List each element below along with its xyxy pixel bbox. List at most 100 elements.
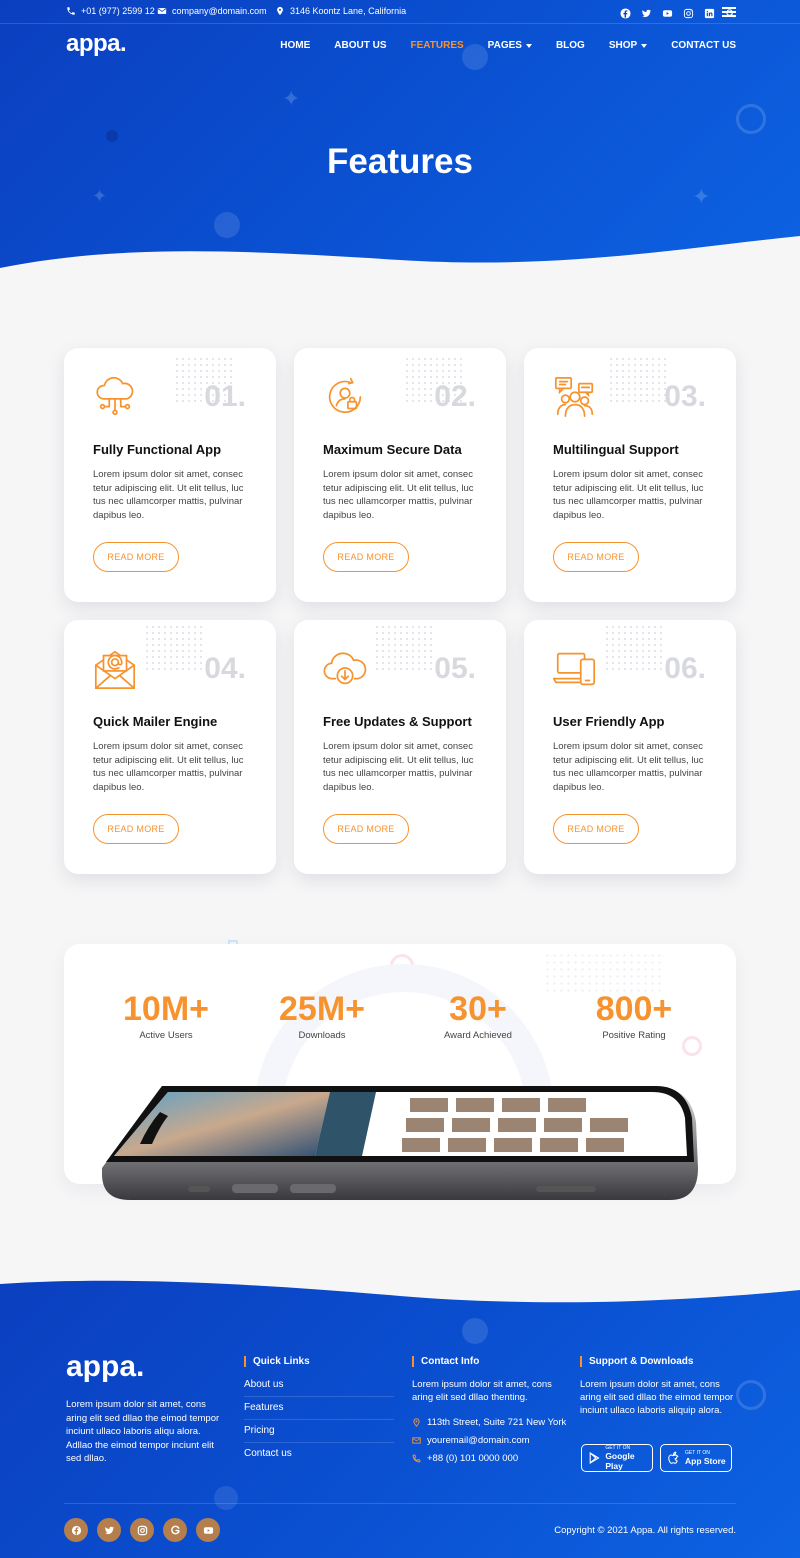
feature-description: Lorem ipsum dolor sit amet, consec tetur… <box>93 741 244 793</box>
feature-title: Quick Mailer Engine <box>93 714 218 729</box>
nav-contact-label: CONTACT US <box>671 40 736 51</box>
read-more-button[interactable]: READ MORE <box>93 542 179 572</box>
hamburger-icon[interactable] <box>722 7 736 17</box>
read-more-button[interactable]: READ MORE <box>323 542 409 572</box>
stat-item: 25M+ Downloads <box>244 990 400 1041</box>
nav-pages-label: PAGES <box>487 40 522 51</box>
nav-blog-label: BLOG <box>555 40 585 51</box>
stat-label: Award Achieved <box>444 1030 512 1041</box>
nav-features[interactable]: FEATURES <box>411 40 464 51</box>
footer-contact-address: 113th Street, Suite 721 New York <box>412 1417 566 1428</box>
feature-number: 02. <box>434 380 476 413</box>
topbar-email-text: company@domain.com <box>172 6 267 16</box>
stat-label: Active Users <box>139 1030 193 1041</box>
linkedin-icon[interactable] <box>704 6 715 19</box>
read-more-button[interactable]: READ MORE <box>553 814 639 844</box>
feature-description: Lorem ipsum dolor sit amet, consec tetur… <box>93 469 244 521</box>
nav-about-us[interactable]: ABOUT US <box>334 40 386 51</box>
feature-description: Lorem ipsum dolor sit amet, consec tetur… <box>553 469 704 521</box>
feature-card: 01. Fully Functional App Lorem ipsum dol… <box>64 348 276 602</box>
topbar-address-text: 3146 Koontz Lane, California <box>290 6 407 16</box>
topbar-address: 3146 Koontz Lane, California <box>275 6 406 16</box>
hero-banner: ✦ ✦ ✦ +01 (977) 2599 12 company@domain.c… <box>0 0 800 290</box>
feature-card: 02. Maximum Secure Data Lorem ipsum dolo… <box>294 348 506 602</box>
feature-title: Maximum Secure Data <box>323 442 462 457</box>
footer-link-features[interactable]: Features <box>244 1397 394 1420</box>
read-more-button[interactable]: READ MORE <box>93 814 179 844</box>
twitter-icon[interactable] <box>97 1518 121 1542</box>
envelope-icon <box>412 1437 421 1444</box>
decor-dots <box>144 624 204 672</box>
feature-card: 03. Multilingual Support Lorem ipsum dol… <box>524 348 736 602</box>
instagram-icon[interactable] <box>130 1518 154 1542</box>
facebook-icon[interactable] <box>620 6 631 19</box>
stat-value: 10M+ <box>123 990 209 1028</box>
nav-shop[interactable]: SHOP <box>609 40 648 51</box>
google-play-button[interactable]: GET IT ON Google Play <box>581 1444 653 1472</box>
footer-logo[interactable]: appa. <box>66 1350 144 1384</box>
footer-support-title: Support & Downloads <box>580 1356 693 1367</box>
top-info-bar: +01 (977) 2599 12 company@domain.com 314… <box>0 0 800 24</box>
youtube-icon[interactable] <box>662 6 673 17</box>
footer-divider <box>64 1503 736 1504</box>
footer-email-text: youremail@domain.com <box>427 1435 530 1446</box>
nav-pages[interactable]: PAGES <box>488 40 532 51</box>
footer-about-text: Lorem ipsum dolor sit amet, cons aring e… <box>66 1399 220 1464</box>
google-icon[interactable] <box>163 1518 187 1542</box>
google-play-icon <box>589 1452 600 1464</box>
decor-circle <box>736 1380 766 1410</box>
read-more-button[interactable]: READ MORE <box>323 814 409 844</box>
decor-sparkle: ✦ <box>92 186 108 206</box>
page-title: Features <box>327 142 473 181</box>
footer-contact-phone[interactable]: +88 (0) 101 0000 000 <box>412 1453 518 1464</box>
stat-value: 800+ <box>595 990 673 1028</box>
nav-blog[interactable]: BLOG <box>556 40 585 51</box>
feature-card: 05. Free Updates & Support Lorem ipsum d… <box>294 620 506 874</box>
feature-description: Lorem ipsum dolor sit amet, consec tetur… <box>323 741 474 793</box>
secure-user-icon <box>328 377 362 413</box>
decor-circle <box>736 104 766 134</box>
map-pin-icon <box>277 6 283 16</box>
twitter-icon[interactable] <box>641 6 652 18</box>
footer-contact-text: Lorem ipsum dolor sit amet, cons aring e… <box>412 1379 552 1403</box>
envelope-icon <box>157 8 167 14</box>
footer-contact-email[interactable]: youremail@domain.com <box>412 1435 530 1446</box>
feature-title: User Friendly App <box>553 714 665 729</box>
decor-circle <box>462 1318 488 1344</box>
feature-number: 01. <box>204 380 246 413</box>
stat-item: 30+ Award Achieved <box>400 990 556 1041</box>
decor-sparkle: ✦ <box>282 86 301 111</box>
chevron-down-icon <box>641 43 648 48</box>
map-pin-icon <box>413 1418 420 1427</box>
app-store-button[interactable]: GET IT ON App Store <box>660 1444 732 1472</box>
footer-link-pricing[interactable]: Pricing <box>244 1420 394 1443</box>
nav-home[interactable]: HOME <box>280 40 310 51</box>
phone-icon <box>412 1454 421 1463</box>
topbar-email[interactable]: company@domain.com <box>157 6 267 16</box>
footer-phone-text: +88 (0) 101 0000 000 <box>427 1453 519 1464</box>
youtube-icon[interactable] <box>196 1518 220 1542</box>
feature-number: 05. <box>434 652 476 685</box>
read-more-button[interactable]: READ MORE <box>553 542 639 572</box>
footer-link-contact[interactable]: Contact us <box>244 1443 394 1466</box>
site-logo[interactable]: appa. <box>66 30 127 58</box>
footer-wave <box>0 1270 800 1303</box>
topbar-phone[interactable]: +01 (977) 2599 12 <box>66 6 155 16</box>
footer-social-links <box>64 1518 220 1542</box>
chevron-down-icon <box>525 43 532 48</box>
mail-envelope-icon <box>94 650 136 690</box>
feature-number: 03. <box>664 380 706 413</box>
decor-dots <box>544 952 664 992</box>
decor-sparkle: ✦ <box>692 184 711 209</box>
footer-address-text: 113th Street, Suite 721 New York <box>427 1417 567 1428</box>
facebook-icon[interactable] <box>64 1518 88 1542</box>
nav-contact-us[interactable]: CONTACT US <box>671 40 736 51</box>
stat-item: 800+ Positive Rating <box>556 990 712 1041</box>
topbar-social-links <box>620 6 736 19</box>
instagram-icon[interactable] <box>683 6 694 19</box>
feature-description: Lorem ipsum dolor sit amet, consec tetur… <box>323 469 474 521</box>
feature-description: Lorem ipsum dolor sit amet, consec tetur… <box>553 741 704 793</box>
nav-home-label: HOME <box>280 40 311 51</box>
stat-label: Downloads <box>298 1030 346 1041</box>
footer-link-about[interactable]: About us <box>244 1374 394 1397</box>
